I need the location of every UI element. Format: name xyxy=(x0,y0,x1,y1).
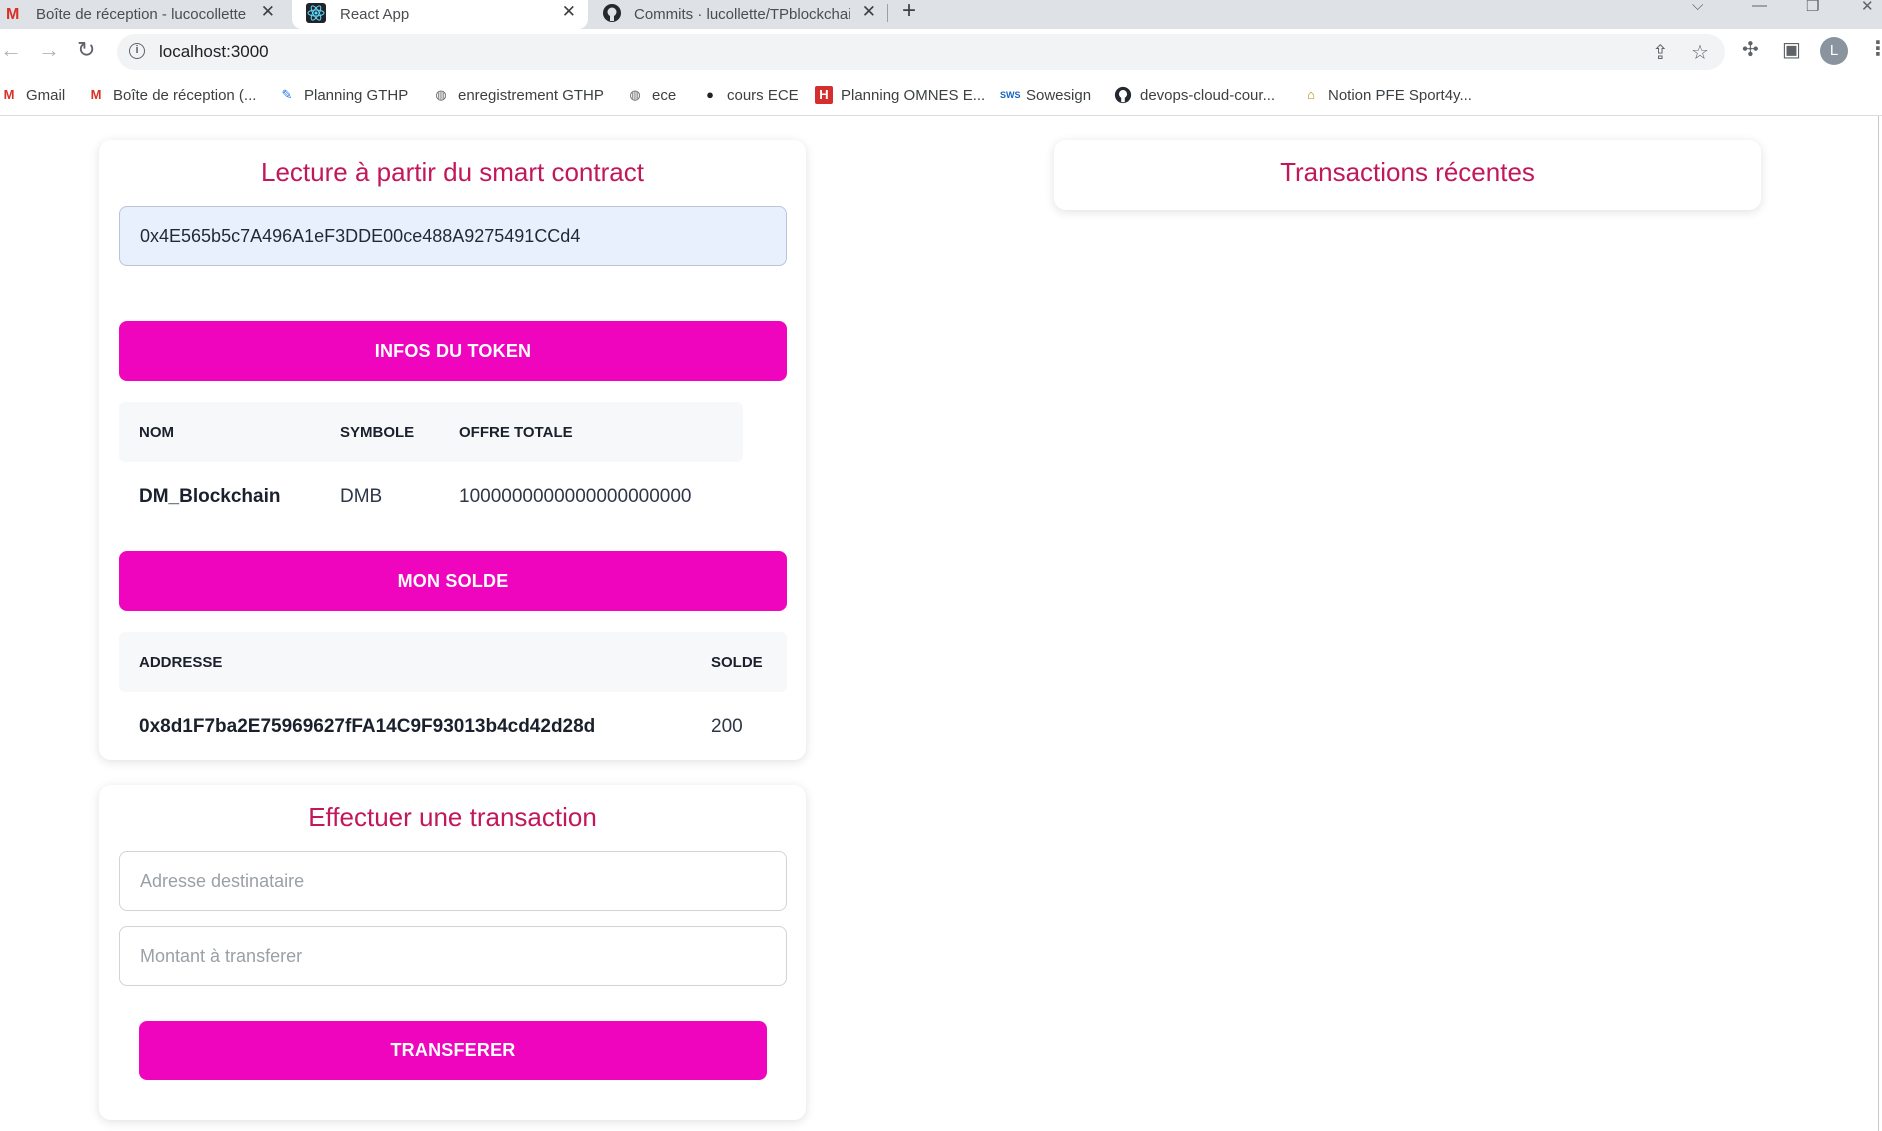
close-tab-icon[interactable]: ✕ xyxy=(261,2,275,22)
url-text[interactable]: localhost:3000 xyxy=(159,42,269,62)
column-header-total-supply: OFFRE TOTALE xyxy=(459,424,573,441)
bookmark-label: Gmail xyxy=(26,86,66,104)
tab-title: Commits · lucollette/TPblockchai xyxy=(634,6,850,23)
wallet-address-value: 0x8d1F7ba2E75969627fFA14C9F93013b4cd42d2… xyxy=(139,716,596,737)
gmail-icon: M xyxy=(3,87,15,102)
reload-icon[interactable]: ↻ xyxy=(77,37,95,63)
notion-icon: ⌂ xyxy=(1307,87,1315,102)
bookmark-planning-gthp[interactable]: ✎ Planning GTHP xyxy=(278,84,409,106)
h-icon: H xyxy=(815,86,833,104)
bookmark-label: Planning GTHP xyxy=(304,86,409,104)
browser-toolbar: ← → ↻ i localhost:3000 ⇪ ☆ ✣ ▣ L ⋮ xyxy=(0,29,1882,75)
bookmark-label: Notion PFE Sport4y... xyxy=(1328,86,1472,104)
close-tab-icon[interactable]: ✕ xyxy=(562,2,576,22)
transfer-card: Effectuer une transaction Adresse destin… xyxy=(99,785,806,1120)
column-header-symbol: SYMBOLE xyxy=(340,424,415,441)
balance-table-header: ADDRESSE SOLDE xyxy=(119,632,787,692)
ece-icon: ● xyxy=(706,87,714,102)
transfer-card-title: Effectuer une transaction xyxy=(308,802,597,832)
token-symbol-value: DMB xyxy=(340,486,383,507)
amount-input[interactable]: Montant à transferer xyxy=(119,926,787,986)
recipient-address-input[interactable]: Adresse destinataire xyxy=(119,851,787,911)
tab-search-icon[interactable]: ⌵ xyxy=(1692,0,1703,14)
bookmark-label: Sowesign xyxy=(1026,86,1092,104)
bookmark-label: enregistrement GTHP xyxy=(458,86,604,104)
bookmark-devops[interactable]: devops-cloud-cour... xyxy=(1114,84,1275,106)
bookmark-label: ece xyxy=(652,86,677,104)
wallet-balance-value: 200 xyxy=(711,716,743,737)
new-tab-icon[interactable]: + xyxy=(902,0,916,25)
side-panel-icon[interactable]: ▣ xyxy=(1782,37,1801,62)
react-icon xyxy=(306,2,326,27)
tab-title: React App xyxy=(340,6,410,23)
close-window-icon[interactable]: ✕ xyxy=(1861,0,1874,15)
column-header-balance: SOLDE xyxy=(711,654,763,671)
extensions-puzzle-icon[interactable]: ✣ xyxy=(1742,37,1759,62)
tab-title: Boîte de réception - lucocollette xyxy=(36,6,247,23)
bookmark-sowesign[interactable]: SWS Sowesign xyxy=(1000,84,1091,106)
token-total-supply-value: 1000000000000000000000 xyxy=(459,486,692,507)
forward-arrow-icon[interactable]: → xyxy=(38,37,60,63)
github-icon xyxy=(1114,86,1132,104)
column-header-name: NOM xyxy=(139,424,174,441)
bookmark-planning-omnes[interactable]: H Planning OMNES E... xyxy=(815,84,985,106)
back-arrow-icon[interactable]: ← xyxy=(0,37,22,63)
bookmark-inbox[interactable]: M Boîte de réception (... xyxy=(87,84,257,106)
sowesign-icon: SWS xyxy=(1000,90,1021,100)
browser-menu-icon[interactable]: ⋮ xyxy=(1868,36,1882,61)
tab-separator xyxy=(887,4,888,22)
close-tab-icon[interactable]: ✕ xyxy=(862,2,876,22)
bookmark-ece[interactable]: ◍ ece xyxy=(626,84,676,106)
bookmark-notion[interactable]: ⌂ Notion PFE Sport4y... xyxy=(1302,84,1472,106)
contract-address-input[interactable]: 0x4E565b5c7A496A1eF3DDE00ce488A9275491CC… xyxy=(119,206,787,266)
token-name-value: DM_Blockchain xyxy=(139,486,281,507)
bookmark-label: Boîte de réception (... xyxy=(113,86,257,104)
minimize-icon[interactable]: — xyxy=(1752,0,1767,14)
site-info-icon[interactable]: i xyxy=(129,43,145,59)
globe-icon: ◍ xyxy=(629,87,641,102)
page-scrollbar[interactable] xyxy=(1878,116,1879,1131)
planning-icon: ✎ xyxy=(281,87,293,102)
token-info-button[interactable]: INFOS DU TOKEN xyxy=(119,321,787,381)
gmail-icon: M xyxy=(90,87,102,102)
share-icon[interactable]: ⇪ xyxy=(1652,40,1669,65)
github-icon xyxy=(602,3,622,27)
tab-github-commits[interactable]: Commits · lucollette/TPblockchai ✕ xyxy=(592,0,888,29)
read-card-title: Lecture à partir du smart contract xyxy=(261,157,644,187)
tab-gmail[interactable]: M Boîte de réception - lucocollette ✕ xyxy=(0,0,287,29)
bookmark-label: cours ECE xyxy=(727,86,799,104)
bookmark-label: Planning OMNES E... xyxy=(841,86,986,104)
restore-icon[interactable]: ❐ xyxy=(1806,0,1819,15)
bookmark-label: devops-cloud-cour... xyxy=(1140,86,1276,104)
bookmarks-bar: M Gmail M Boîte de réception (... ✎ Plan… xyxy=(0,75,1882,116)
address-bar[interactable]: i localhost:3000 ⇪ ☆ xyxy=(117,34,1725,70)
bookmark-star-icon[interactable]: ☆ xyxy=(1691,40,1709,65)
gmail-icon: M xyxy=(6,5,20,23)
recent-transactions-card: Transactions récentes xyxy=(1054,140,1761,210)
bookmark-cours-ece[interactable]: ● cours ECE xyxy=(701,84,799,106)
my-balance-button[interactable]: MON SOLDE xyxy=(119,551,787,611)
bookmark-gmail[interactable]: M Gmail xyxy=(0,84,66,106)
transfer-button[interactable]: TRANSFERER xyxy=(139,1021,767,1080)
profile-avatar[interactable]: L xyxy=(1820,37,1848,65)
recent-transactions-title: Transactions récentes xyxy=(1280,157,1535,187)
token-table-header: NOM SYMBOLE OFFRE TOTALE xyxy=(119,402,743,462)
browser-tab-strip: M Boîte de réception - lucocollette ✕ Re… xyxy=(0,0,1882,29)
bookmark-enregistrement-gthp[interactable]: ◍ enregistrement GTHP xyxy=(432,84,604,106)
column-header-address: ADDRESSE xyxy=(139,654,223,671)
read-contract-card: Lecture à partir du smart contract 0x4E5… xyxy=(99,140,806,760)
globe-icon: ◍ xyxy=(435,87,447,102)
tab-react-app[interactable]: React App ✕ xyxy=(292,0,588,29)
